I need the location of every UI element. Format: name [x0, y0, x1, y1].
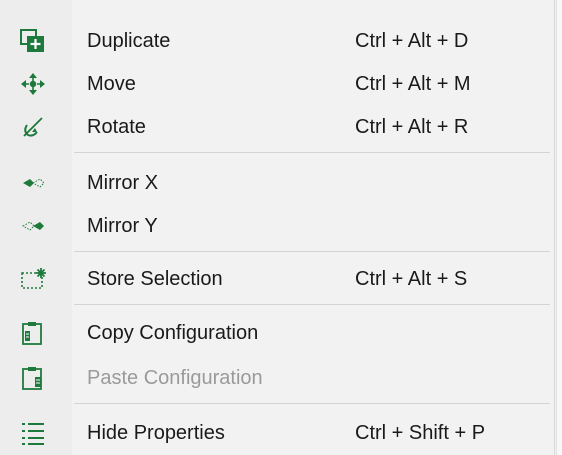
menu-item-shortcut: Ctrl + Alt + M	[355, 73, 471, 95]
menu-separator	[74, 251, 550, 252]
menu-item-label: Paste Configuration	[87, 367, 263, 389]
menu-item-shortcut: Ctrl + Alt + S	[355, 268, 468, 290]
menu-item-shortcut: Ctrl + Alt + D	[355, 30, 469, 52]
context-menu: Duplicate Ctrl + Alt + D Move Ctrl + Alt…	[0, 0, 555, 455]
menu-item-hide-properties[interactable]: Hide Properties Ctrl + Shift + P	[0, 411, 555, 455]
menu-item-rotate[interactable]: Rotate Ctrl + Alt + R	[0, 105, 555, 149]
hide-properties-icon	[20, 421, 46, 445]
context-menu-frame: Duplicate Ctrl + Alt + D Move Ctrl + Alt…	[0, 0, 562, 455]
menu-separator	[74, 152, 550, 153]
menu-item-mirror-x[interactable]: Mirror X	[0, 161, 555, 205]
menu-item-label: Copy Configuration	[87, 322, 259, 344]
menu-separator	[74, 304, 550, 305]
menu-separator	[74, 403, 550, 404]
menu-item-label: Rotate	[87, 116, 146, 138]
copy-configuration-icon	[20, 321, 46, 345]
mirror-x-icon	[20, 171, 46, 195]
move-icon	[20, 72, 46, 96]
menu-item-copy-configuration[interactable]: Copy Configuration	[0, 311, 555, 355]
menu-item-label: Mirror Y	[87, 215, 158, 237]
underlying-window-edge	[556, 0, 562, 455]
menu-item-label: Hide Properties	[87, 422, 225, 444]
rotate-icon	[20, 115, 46, 139]
menu-item-mirror-y[interactable]: Mirror Y	[0, 204, 555, 248]
menu-item-label: Duplicate	[87, 30, 171, 52]
menu-item-paste-configuration[interactable]: Paste Configuration	[0, 356, 555, 400]
mirror-y-icon	[20, 214, 46, 238]
paste-configuration-icon	[20, 366, 46, 390]
store-selection-icon	[20, 267, 46, 291]
menu-item-label: Move	[87, 73, 136, 95]
menu-item-move[interactable]: Move Ctrl + Alt + M	[0, 62, 555, 106]
menu-item-label: Store Selection	[87, 268, 223, 290]
duplicate-icon	[20, 29, 46, 53]
menu-item-store-selection[interactable]: Store Selection Ctrl + Alt + S	[0, 257, 555, 301]
menu-item-shortcut: Ctrl + Shift + P	[355, 422, 486, 444]
menu-item-duplicate[interactable]: Duplicate Ctrl + Alt + D	[0, 19, 555, 63]
menu-item-shortcut: Ctrl + Alt + R	[355, 116, 469, 138]
menu-item-label: Mirror X	[87, 172, 159, 194]
